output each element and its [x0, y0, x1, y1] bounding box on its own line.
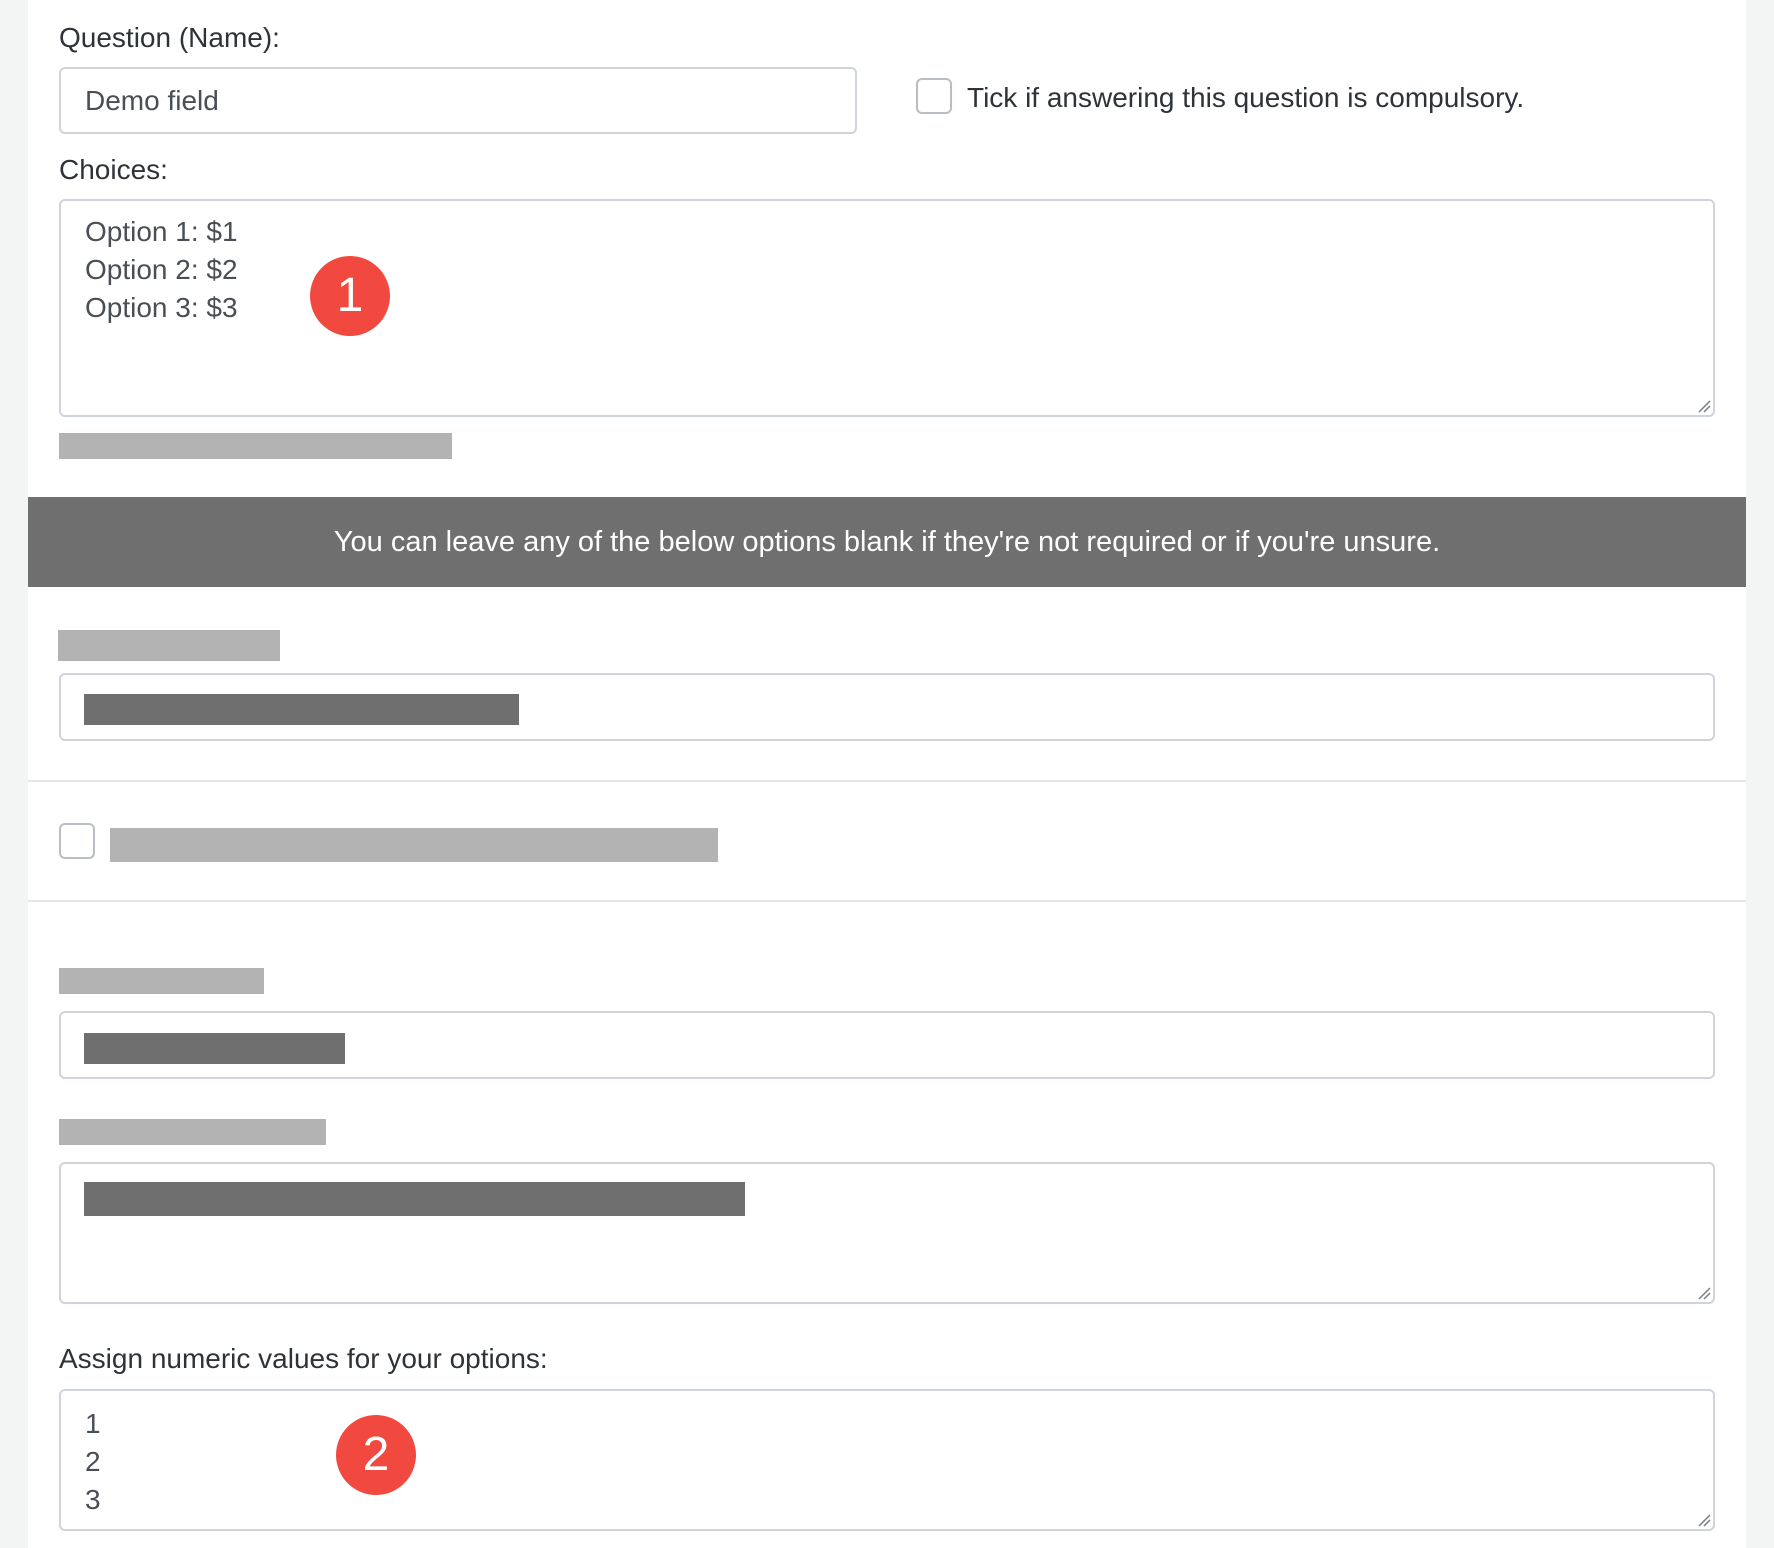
- section-divider: [28, 780, 1746, 782]
- resize-handle-icon[interactable]: [1697, 1513, 1711, 1527]
- redacted-input-value: [84, 694, 519, 725]
- redacted-textarea-value: [84, 1182, 745, 1216]
- numeric-values-content: 1 2 3: [85, 1405, 101, 1519]
- choices-label: Choices:: [59, 154, 168, 185]
- annotation-badge-2: 2: [336, 1415, 416, 1495]
- redacted-textarea[interactable]: [59, 1162, 1715, 1304]
- resize-handle-icon[interactable]: [1697, 1286, 1711, 1300]
- resize-handle-icon[interactable]: [1697, 399, 1711, 413]
- numeric-line: 3: [85, 1484, 101, 1515]
- redacted-input-1[interactable]: [59, 673, 1715, 741]
- compulsory-label: Tick if answering this question is compu…: [967, 82, 1525, 113]
- redacted-field-label: [59, 968, 264, 994]
- choice-line: Option 3: $3: [85, 292, 238, 323]
- question-name-label: Question (Name):: [59, 22, 280, 53]
- numeric-line: 2: [85, 1446, 101, 1477]
- choice-line: Option 2: $2: [85, 254, 238, 285]
- redacted-field-label: [59, 1119, 326, 1145]
- section-divider: [28, 900, 1746, 902]
- redacted-option-checkbox[interactable]: [59, 823, 95, 859]
- redacted-help-text: [59, 433, 452, 459]
- info-banner: You can leave any of the below options b…: [28, 497, 1746, 587]
- annotation-badge-1: 1: [310, 256, 390, 336]
- choices-textarea[interactable]: Option 1: $1 Option 2: $2 Option 3: $3: [59, 199, 1715, 417]
- question-name-value: Demo field: [85, 85, 219, 116]
- redacted-input-value: [84, 1033, 345, 1064]
- numeric-values-textarea[interactable]: 1 2 3: [59, 1389, 1715, 1531]
- redacted-field-label: [58, 630, 280, 661]
- redacted-input-2[interactable]: [59, 1011, 1715, 1079]
- redacted-checkbox-label: [110, 828, 718, 862]
- numeric-line: 1: [85, 1408, 101, 1439]
- question-name-input[interactable]: Demo field: [59, 67, 857, 134]
- compulsory-checkbox[interactable]: [916, 78, 952, 114]
- choice-line: Option 1: $1: [85, 216, 238, 247]
- numeric-values-label: Assign numeric values for your options:: [59, 1343, 548, 1374]
- choices-content: Option 1: $1 Option 2: $2 Option 3: $3: [85, 213, 238, 327]
